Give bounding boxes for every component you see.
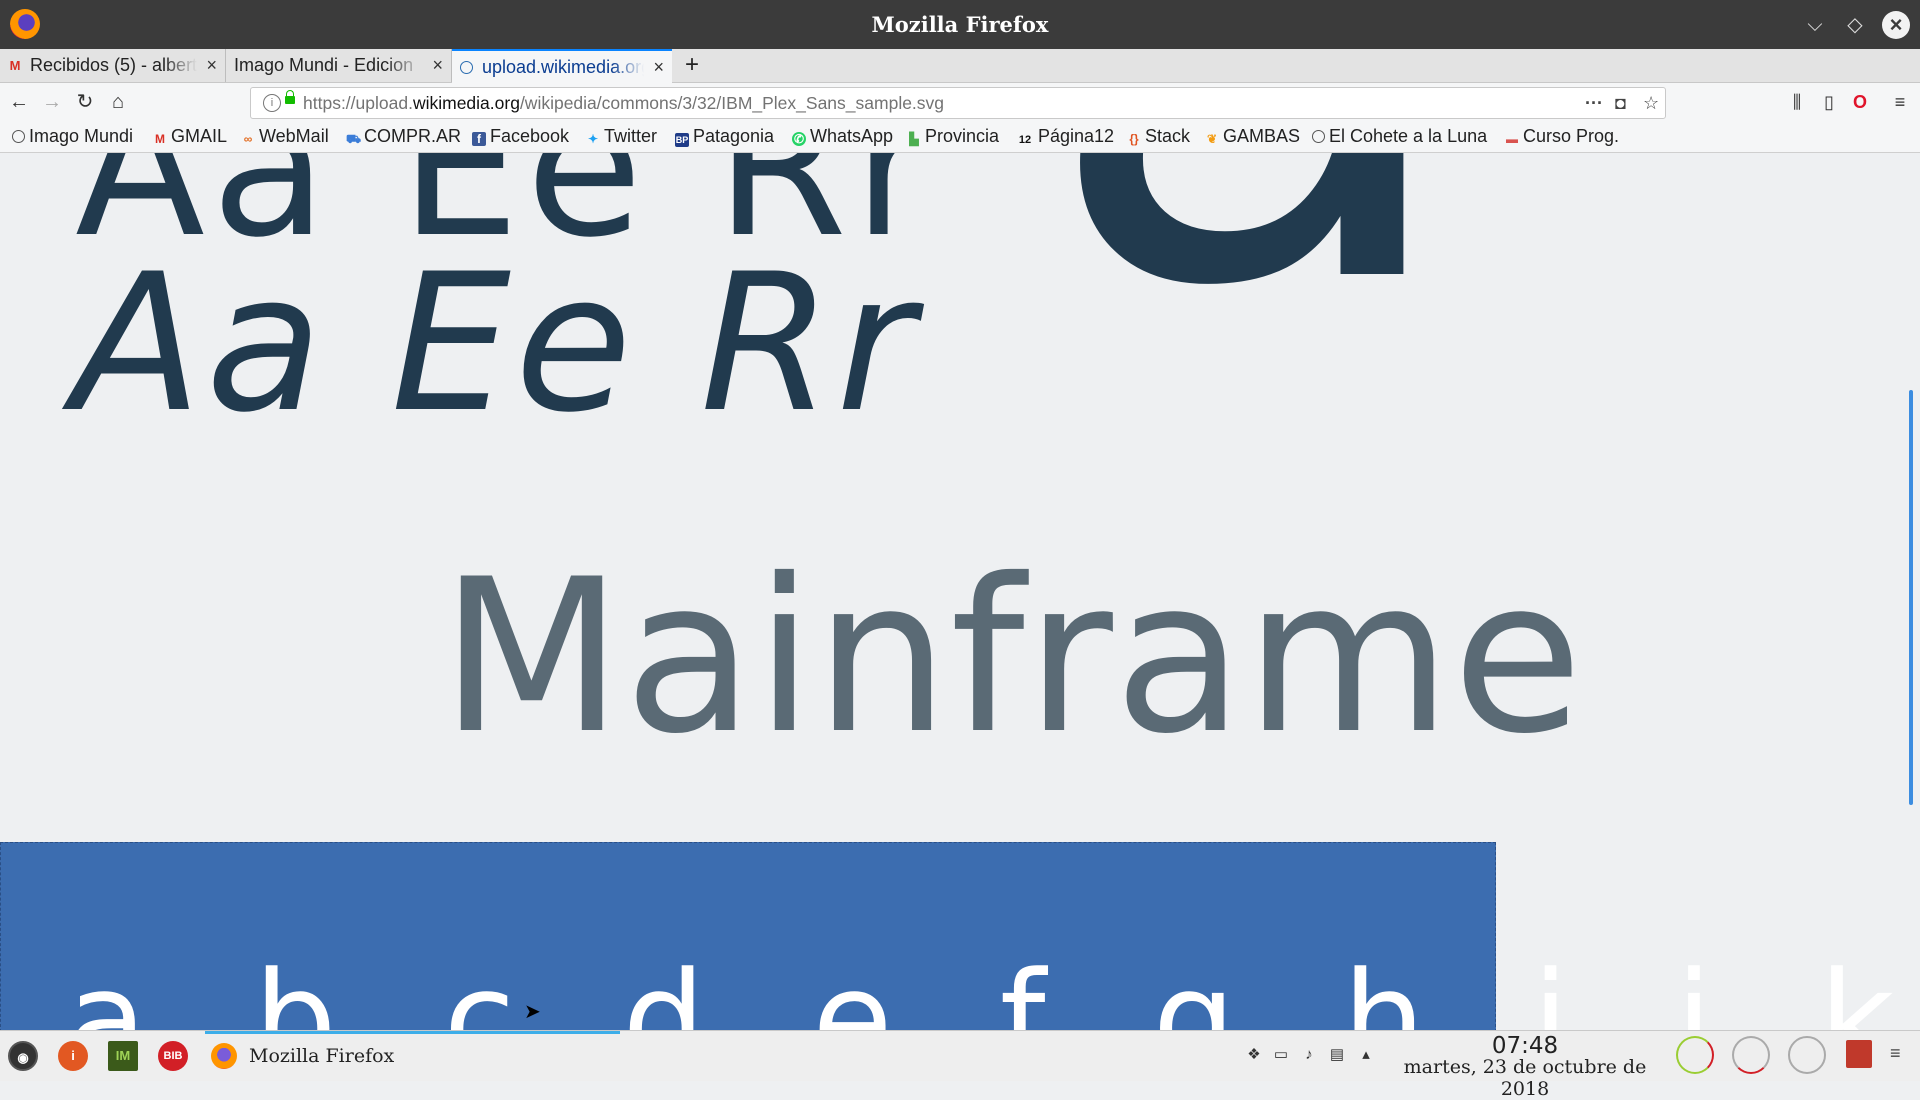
lock-icon[interactable] <box>285 90 295 104</box>
calculator-icon[interactable] <box>1846 1040 1872 1068</box>
tab-close-icon[interactable]: × <box>206 49 217 82</box>
tray-expand-icon[interactable]: ▴ <box>1357 1040 1375 1070</box>
page-content: Aa Ee Rr Aa Ee Rr a Mainframe a b c d e … <box>0 153 1920 1030</box>
library-icon[interactable]: ⫼ <box>1785 90 1809 114</box>
clock-date[interactable]: martes, 23 de octubre de 2018 <box>1380 1056 1670 1100</box>
whatsapp-icon: ✆ <box>792 132 806 146</box>
gmail-icon: M <box>9 58 21 73</box>
bookmark-stack[interactable]: {} Stack <box>1127 122 1190 152</box>
maximize-icon[interactable]: ◇ <box>1842 12 1868 38</box>
app-launcher-icon[interactable]: i <box>58 1041 88 1071</box>
bookmark-pagina12[interactable]: 12 Página12 <box>1016 122 1114 152</box>
clipboard-icon[interactable]: ▤ <box>1328 1040 1346 1070</box>
home-button[interactable]: ⌂ <box>104 88 132 116</box>
bib-app-icon[interactable]: BIB <box>158 1041 188 1071</box>
bookmark-whatsapp[interactable]: ✆ WhatsApp <box>792 122 893 152</box>
cpu-monitor-icon[interactable] <box>1676 1036 1714 1074</box>
bookmark-gmail[interactable]: M GMAIL <box>153 122 227 152</box>
specimen-alphabet: a b c d e f g h i j k l m <box>67 943 1920 1030</box>
tab-imago-mundi[interactable]: Imago Mundi - Edicion × <box>226 49 452 82</box>
window-titlebar: Mozilla Firefox ⌵ ◇ × <box>0 0 1920 49</box>
menu-icon[interactable]: ≡ <box>1888 90 1912 114</box>
specimen-italic-row: Aa Ee Rr <box>72 233 919 454</box>
tab-label: upload.wikimedia.org <box>482 57 644 77</box>
launcher-icon[interactable]: ◉ <box>8 1041 38 1071</box>
alphabet-band: a b c d e f g h i j k l m <box>0 842 1920 1030</box>
new-tab-button[interactable]: + <box>680 49 704 82</box>
page-actions-icon[interactable]: ··· <box>1585 88 1603 118</box>
bookmark-star-icon[interactable]: ☆ <box>1643 88 1659 118</box>
network-icon[interactable]: ▭ <box>1272 1040 1290 1070</box>
tab-close-icon[interactable]: × <box>432 49 443 82</box>
pocket-icon[interactable]: ◘ <box>1615 88 1626 118</box>
webmail-icon: ∞ <box>243 132 253 146</box>
stack-icon: {} <box>1129 132 1139 146</box>
gmail-icon: M <box>155 132 165 146</box>
wikimedia-icon <box>460 61 473 74</box>
swap-monitor-icon[interactable] <box>1788 1036 1826 1074</box>
memory-monitor-icon[interactable] <box>1732 1036 1770 1074</box>
facebook-icon: f <box>472 132 486 146</box>
bookmark-curso-prog[interactable]: ▬ Curso Prog. <box>1505 122 1619 152</box>
back-button[interactable]: ← <box>5 88 33 116</box>
patagonia-icon: BP <box>675 133 689 147</box>
taskbar-firefox-label: Mozilla Firefox <box>249 1045 395 1067</box>
panel-menu-icon[interactable]: ≡ <box>1890 1043 1901 1064</box>
mouse-cursor-icon: ➤ <box>524 1001 541 1023</box>
bookmark-imago-mundi[interactable]: Imago Mundi <box>12 122 133 152</box>
url-bar[interactable]: i https://upload.wikimedia.org/wikipedia… <box>250 87 1666 119</box>
bookmark-comprar[interactable]: ⛟ COMPR.AR <box>346 122 461 152</box>
pagina12-icon: 12 <box>1018 134 1032 146</box>
minimize-icon[interactable]: ⌵ <box>1802 12 1828 38</box>
bookmark-facebook[interactable]: f Facebook <box>472 122 569 152</box>
window-title: Mozilla Firefox <box>871 12 1049 37</box>
firefox-icon <box>211 1043 237 1069</box>
forward-button[interactable]: → <box>38 88 66 116</box>
opera-extension-icon[interactable]: O <box>1848 90 1872 114</box>
specimen-headline: Mainframe <box>440 533 1584 780</box>
dropbox-icon[interactable]: ❖ <box>1245 1040 1263 1070</box>
gambas-icon: ❦ <box>1206 132 1218 146</box>
close-window-button[interactable]: × <box>1882 11 1910 39</box>
bookmark-el-cohete[interactable]: El Cohete a la Luna <box>1312 122 1487 152</box>
taskbar-firefox-item[interactable]: Mozilla Firefox <box>205 1031 620 1080</box>
scrollbar[interactable] <box>1909 390 1913 805</box>
globe-icon <box>12 130 25 143</box>
bookmarks-toolbar: Imago Mundi M GMAIL ∞ WebMail ⛟ COMPR.AR fF… <box>0 122 1920 153</box>
globe-icon <box>1312 130 1325 143</box>
tab-label: Recibidos (5) - alberto <box>30 55 197 75</box>
im-app-icon[interactable]: IM <box>108 1041 138 1071</box>
tab-wikimedia[interactable]: upload.wikimedia.org × <box>452 49 672 84</box>
provincia-icon: ▙ <box>909 132 919 146</box>
bookmark-twitter[interactable]: ✦ Twitter <box>586 122 657 152</box>
info-icon[interactable]: i <box>263 94 281 112</box>
flag-icon: ▬ <box>1506 132 1518 146</box>
bookmark-patagonia[interactable]: BP Patagonia <box>675 122 774 152</box>
sidebar-icon[interactable]: ▯ <box>1817 90 1841 114</box>
cart-icon: ⛟ <box>346 132 362 146</box>
bookmark-provincia[interactable]: ▙ Provincia <box>907 122 999 152</box>
tab-label: Imago Mundi - Edicion <box>234 55 414 75</box>
reload-button[interactable]: ↻ <box>71 88 99 116</box>
tab-gmail[interactable]: M Recibidos (5) - alberto × <box>0 49 226 82</box>
url-text[interactable]: https://upload.wikimedia.org/wikipedia/c… <box>303 88 944 118</box>
bookmark-webmail[interactable]: ∞ WebMail <box>241 122 329 152</box>
bookmark-gambas[interactable]: ❦ GAMBAS <box>1205 122 1300 152</box>
specimen-large-letter: a <box>1038 153 1467 383</box>
tab-close-icon[interactable]: × <box>653 51 664 84</box>
volume-icon[interactable]: ♪ <box>1300 1040 1318 1070</box>
twitter-icon: ✦ <box>587 132 599 146</box>
